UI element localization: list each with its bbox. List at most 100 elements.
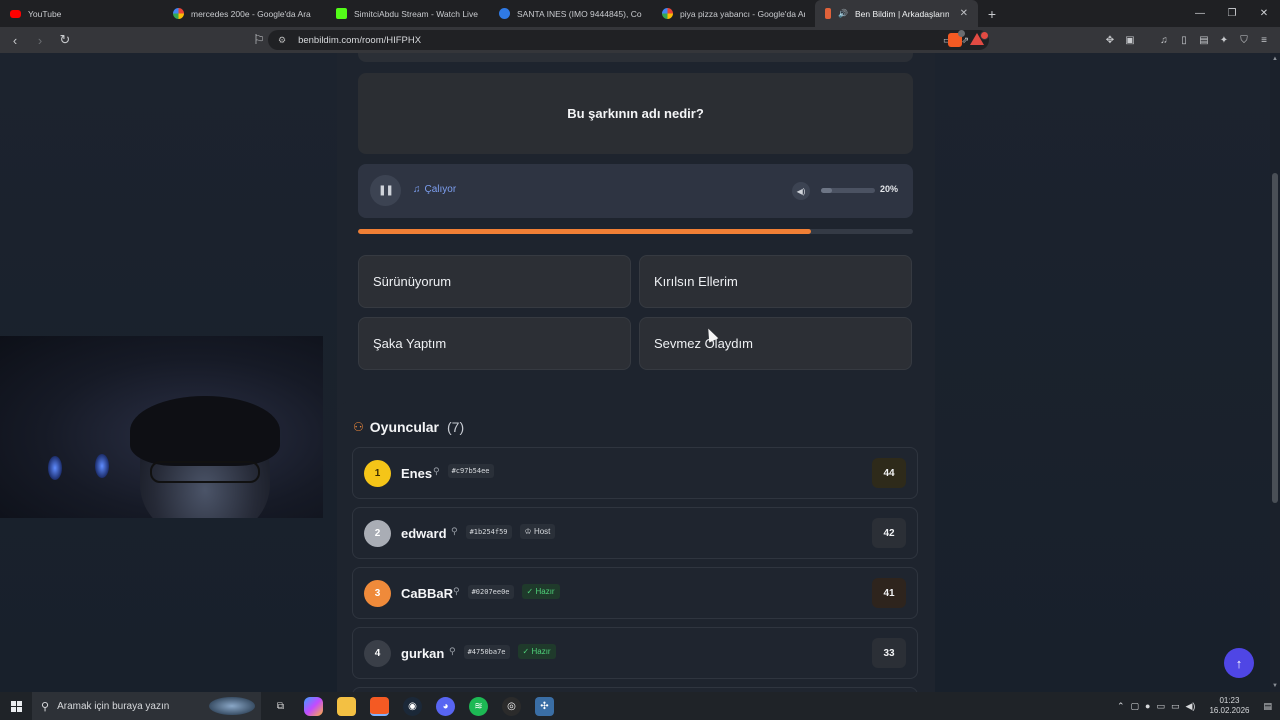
google-icon (173, 8, 184, 19)
url-text: benbildim.com/room/HIFPHX (298, 34, 422, 46)
close-window-icon[interactable]: ✕ (1248, 0, 1280, 27)
webcam-person-hair (130, 396, 280, 466)
player-id: #c97b54ee (447, 464, 494, 478)
scroll-to-top-button[interactable]: ↑ (1224, 648, 1254, 678)
person-icon: ⚲ (453, 586, 460, 596)
vpn-icon[interactable]: ⛉ (1236, 32, 1252, 48)
scrollbar-thumb[interactable] (1272, 173, 1278, 503)
player-name: Enes (401, 466, 433, 481)
tray-device-icon[interactable]: ▭ (1156, 701, 1165, 712)
player-id: #1b254f59 (465, 524, 512, 539)
tray-overflow-icon[interactable]: ⌃ (1117, 701, 1125, 712)
page-scrollbar[interactable]: ▲ ▼ (1270, 53, 1280, 692)
player-row: 4 gurkan ⚲ #4750ba7e ✓ Hazır 33 (352, 627, 918, 679)
person-icon: ⚲ (451, 526, 458, 536)
back-icon[interactable]: ‹ (5, 30, 25, 50)
leo-ai-icon[interactable]: ✦ (1216, 32, 1232, 48)
forward-icon[interactable]: › (30, 30, 50, 50)
taskbar-search-text: Aramak için buraya yazın (57, 700, 170, 712)
windows-logo-icon (10, 700, 22, 712)
player-id: #0207ee0e (467, 584, 514, 599)
microphone-icon[interactable]: ● (1145, 701, 1150, 711)
player-row: 3 CaBBaR ⚲ #0207ee0e ✓ Hazır 41 (352, 567, 918, 619)
extensions-icon[interactable]: ✥ (1102, 32, 1118, 48)
tab-title: YouTube (28, 8, 62, 19)
answer-option-2[interactable]: Kırılsın Ellerim (639, 255, 912, 308)
tab-title: Ben Bildim | Arkadaşlarınla O (854, 8, 949, 19)
site-info-icon[interactable]: ⚙ (278, 35, 286, 46)
rank-badge: 4 (364, 640, 391, 667)
restore-icon[interactable]: ❐ (1216, 0, 1248, 27)
clock-date: 16.02.2026 (1209, 706, 1250, 715)
tab-google-mercedes[interactable]: mercedes 200e - Google'da Ara (163, 0, 326, 27)
scroll-down-icon[interactable]: ▼ (1271, 683, 1279, 689)
file-explorer-icon[interactable] (337, 696, 356, 716)
answer-option-4[interactable]: Sevmez Olaydım (639, 317, 912, 370)
copilot-icon[interactable] (304, 696, 323, 716)
bookmark-icon[interactable]: ⚐ (249, 30, 269, 50)
steam-icon[interactable]: ◉ (403, 696, 422, 716)
tab-benbildim[interactable]: 🔊 Ben Bildim | Arkadaşlarınla O ✕ (815, 0, 978, 27)
rank-badge: 1 (364, 460, 391, 487)
discord-icon[interactable]: ◕ (436, 696, 455, 716)
brave-shields-icon[interactable] (948, 30, 965, 47)
volume-slider-fill (821, 188, 832, 193)
start-button[interactable] (0, 692, 32, 720)
url-bar[interactable]: ⚙ benbildim.com/room/HIFPHX ▭ ⇗ (268, 30, 989, 50)
page-content: Bu şarkının adı nedir? ❚❚ ♫ Çalıyor ◀) 2… (0, 53, 1280, 692)
scroll-up-icon[interactable]: ▲ (1271, 56, 1279, 62)
clock[interactable]: 01:23 16.02.2026 (1209, 696, 1249, 716)
music-icon[interactable]: ♫ (1156, 32, 1172, 48)
youtube-icon (10, 9, 21, 18)
tray-app-icon[interactable]: ▢ (1131, 701, 1140, 712)
player-meta: ⚲ #0207ee0e ✓ Hazır (453, 584, 560, 599)
shipping-icon (499, 8, 510, 19)
tab-kick-stream[interactable]: SimitciAbdu Stream - Watch Live on (326, 0, 489, 27)
volume-button[interactable]: ◀) (792, 182, 810, 200)
taskbar-apps: ⧉ ◉ ◕ ≋ ◎ ✣ (271, 696, 554, 716)
players-header: ⚇ Oyuncular (7) (353, 419, 464, 435)
task-view-icon[interactable]: ⧉ (271, 697, 290, 716)
brave-rewards-icon[interactable] (970, 31, 989, 45)
tab-google-pizza[interactable]: piya pizza yabancı - Google'da Ara (652, 0, 815, 27)
new-tab-button[interactable]: + (978, 0, 1006, 27)
person-icon: ⚲ (449, 646, 456, 656)
rgb-light-right (95, 454, 109, 478)
network-icon[interactable]: ▭ (1171, 701, 1180, 712)
speaker-icon: 🔊 (838, 9, 848, 18)
windows-taskbar: ⚲ Aramak için buraya yazın ⧉ ◉ ◕ ≋ ◎ ✣ ⌃… (0, 692, 1280, 720)
webcam-person-glasses (150, 461, 260, 483)
tab-youtube[interactable]: YouTube (0, 0, 163, 27)
player-name: gurkan (401, 646, 445, 661)
notification-icon[interactable]: ▤ (1263, 701, 1272, 712)
player-score: 42 (872, 518, 906, 548)
menu-icon[interactable]: ≡ (1256, 32, 1272, 48)
playing-status: ♫ Çalıyor (413, 184, 456, 195)
benbildim-icon (825, 8, 831, 19)
sidebar-icon[interactable]: ▯ (1176, 32, 1192, 48)
brave-browser-icon[interactable] (370, 696, 389, 716)
obs-icon[interactable]: ◎ (502, 696, 521, 716)
tray-volume-icon[interactable]: ◀) (1186, 701, 1196, 712)
pause-button[interactable]: ❚❚ (370, 175, 401, 206)
taskbar-search[interactable]: ⚲ Aramak için buraya yazın (32, 692, 261, 720)
kick-icon (336, 8, 347, 19)
network-app-icon[interactable]: ✣ (535, 696, 554, 716)
spotify-icon[interactable]: ≋ (469, 696, 488, 716)
playing-label: Çalıyor (424, 184, 457, 195)
ready-badge: ✓ Hazır (521, 584, 560, 599)
browser-tab-strip: YouTube mercedes 200e - Google'da Ara Si… (0, 0, 1280, 27)
player-row: 1 Enes ⚲ #c97b54ee 44 (352, 447, 918, 499)
answer-option-1[interactable]: Sürünüyorum (358, 255, 631, 308)
tab-santa-ines[interactable]: SANTA INES (IMO 9444845), Contain (489, 0, 652, 27)
answer-option-3[interactable]: Şaka Yaptım (358, 317, 631, 370)
player-name: edward (401, 526, 447, 541)
volume-slider[interactable] (821, 188, 875, 193)
tab-title: SANTA INES (IMO 9444845), Contain (517, 8, 642, 19)
close-tab-icon[interactable]: ✕ (960, 8, 968, 19)
wallet-icon[interactable]: ▤ (1196, 32, 1212, 48)
screenshot-icon[interactable]: ▣ (1122, 32, 1138, 48)
reload-icon[interactable]: ↻ (55, 30, 75, 50)
minimize-icon[interactable]: — (1184, 0, 1216, 27)
users-icon: ⚇ (353, 420, 364, 434)
